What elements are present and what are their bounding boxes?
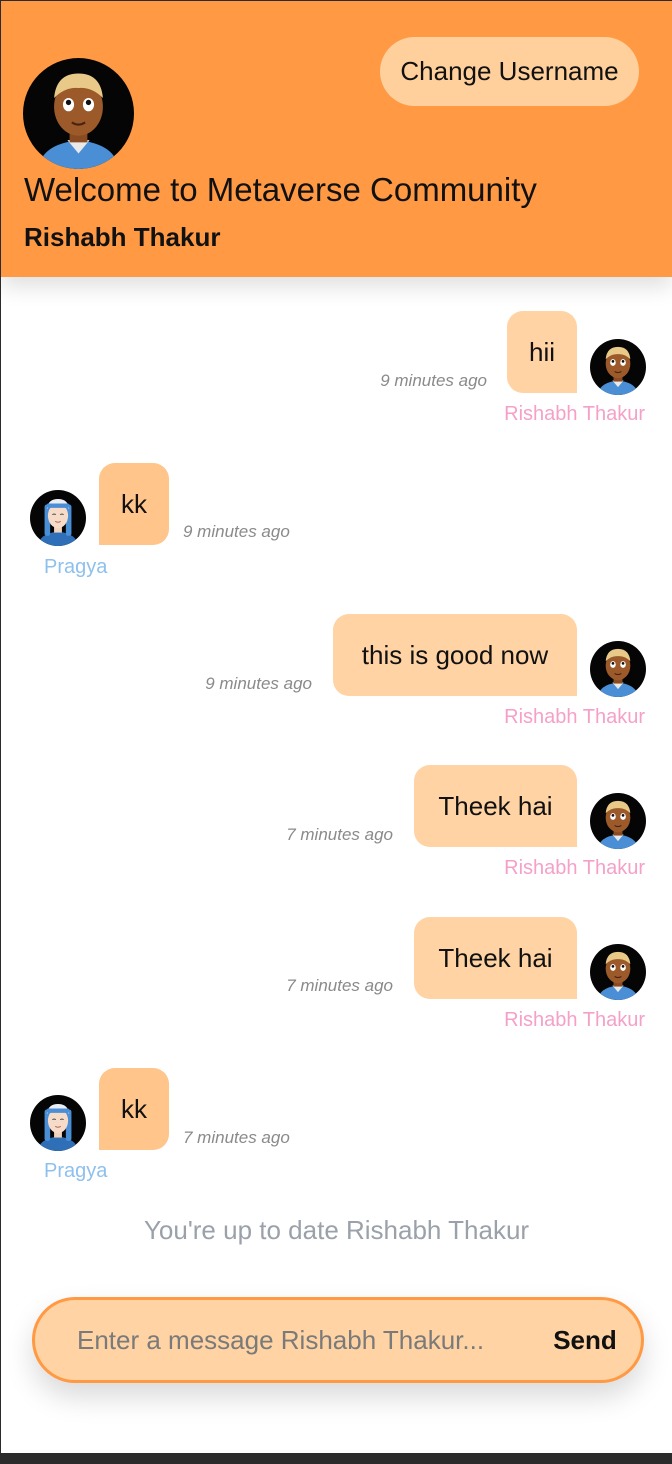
message-sender: Pragya — [44, 556, 108, 578]
message-bubble: Theek hai — [414, 765, 577, 847]
message-bubble: kk — [99, 463, 169, 545]
message-input[interactable] — [77, 1300, 517, 1380]
message-sender: Rishabh Thakur — [504, 403, 645, 425]
message-bubble: Theek hai — [414, 917, 577, 999]
man-avatar-icon — [590, 944, 646, 1000]
chat-header: Change Username Welcome to Metaverse Com… — [1, 1, 672, 277]
woman-avatar-icon — [30, 1095, 86, 1151]
message-sender: Rishabh Thakur — [504, 706, 645, 728]
message-sender: Rishabh Thakur — [504, 857, 645, 879]
woman-avatar-icon — [30, 490, 86, 546]
man-avatar-icon — [590, 641, 646, 697]
message-timestamp: 9 minutes ago — [380, 371, 487, 390]
message-composer: Send — [32, 1297, 644, 1383]
message-timestamp: 9 minutes ago — [205, 674, 312, 693]
message-sender: Pragya — [44, 1160, 108, 1182]
welcome-title: Welcome to Metaverse Community — [24, 171, 537, 208]
message-timestamp: 7 minutes ago — [286, 825, 393, 844]
message-bubble: hii — [507, 311, 577, 393]
up-to-date-status: You're up to date Rishabh Thakur — [143, 1215, 530, 1245]
send-button[interactable]: Send — [535, 1300, 635, 1380]
message-sender: Rishabh Thakur — [504, 1009, 645, 1031]
message-timestamp: 7 minutes ago — [183, 1128, 290, 1147]
message-bubble: kk — [99, 1068, 169, 1150]
message-bubble: this is good now — [333, 614, 577, 696]
message-timestamp: 9 minutes ago — [183, 522, 290, 541]
window-bottom-edge — [0, 1453, 672, 1464]
current-username: Rishabh Thakur — [24, 222, 221, 252]
chat-app: Change Username Welcome to Metaverse Com… — [1, 1, 672, 1453]
man-avatar-icon — [590, 339, 646, 395]
man-avatar-icon — [590, 793, 646, 849]
message-timestamp: 7 minutes ago — [286, 976, 393, 995]
change-username-button[interactable]: Change Username — [380, 37, 639, 106]
user-avatar-icon[interactable] — [23, 58, 134, 169]
